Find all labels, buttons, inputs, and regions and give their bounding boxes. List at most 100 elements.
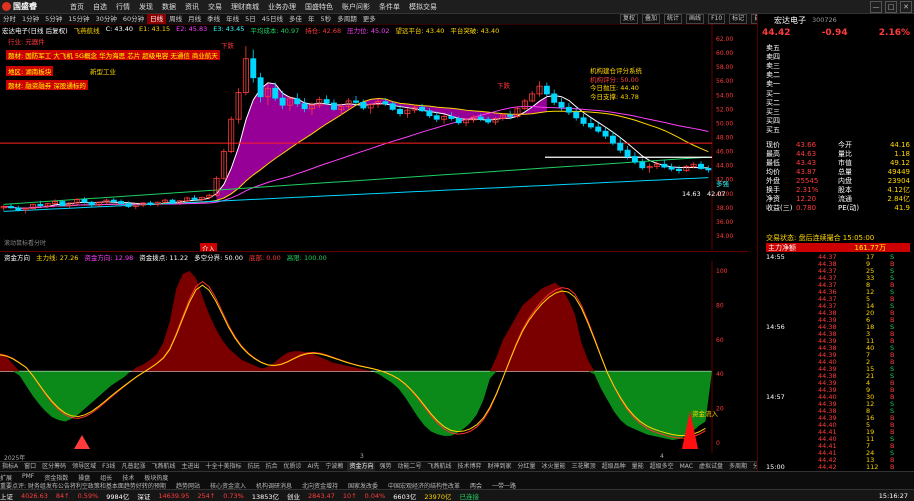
tool-button-3[interactable]: 画线 — [686, 14, 705, 24]
menu-item-9[interactable]: 国盛特色 — [305, 2, 333, 12]
period-11[interactable]: 5日 — [242, 14, 259, 24]
candle-body[interactable] — [110, 199, 117, 202]
candle-body[interactable] — [565, 106, 572, 113]
period-3[interactable]: 15分钟 — [65, 14, 92, 24]
period-10[interactable]: 年线 — [223, 14, 242, 24]
stat-row-0: 现价 43.66 今开 44.16 — [766, 141, 910, 150]
candle-body[interactable] — [15, 207, 22, 211]
candle-body[interactable] — [191, 197, 198, 200]
period-16[interactable]: 多周期 — [334, 14, 360, 24]
candle-body[interactable] — [558, 101, 565, 108]
tool-button-2[interactable]: 统计 — [664, 14, 683, 24]
candle-body[interactable] — [485, 118, 492, 123]
candle-body[interactable] — [257, 77, 264, 98]
candle-body[interactable] — [353, 100, 359, 103]
candle-body[interactable] — [397, 108, 404, 115]
stat-key-2: 内盘 — [838, 177, 852, 185]
period-7[interactable]: 周线 — [166, 14, 185, 24]
candle-body[interactable] — [668, 166, 675, 170]
candle-body[interactable] — [147, 202, 154, 205]
period-6[interactable]: 日线 — [147, 14, 167, 24]
candle-body[interactable] — [698, 163, 704, 169]
maximize-icon[interactable]: □ — [885, 1, 897, 13]
candle-body[interactable] — [448, 116, 455, 119]
menu-item-8[interactable]: 业务办理 — [268, 2, 296, 12]
period-14[interactable]: 年 — [305, 14, 318, 24]
candle-body[interactable] — [81, 199, 88, 203]
candle-body[interactable] — [331, 102, 337, 110]
candle-body[interactable] — [419, 106, 426, 112]
candle-body[interactable] — [455, 118, 462, 124]
period-15[interactable]: 5秒 — [318, 14, 335, 24]
candle-body[interactable] — [624, 149, 631, 157]
candle-body[interactable] — [631, 156, 638, 163]
candle-body[interactable] — [580, 117, 587, 124]
period-17[interactable]: 更多 — [360, 14, 379, 24]
tool-button-0[interactable]: 复权 — [620, 14, 639, 24]
candle-body[interactable] — [279, 97, 286, 106]
candle-body[interactable] — [617, 142, 624, 151]
period-2[interactable]: 5分钟 — [42, 14, 65, 24]
score-box-line2: 今日抛压: 44.40 — [590, 84, 639, 92]
period-4[interactable]: 30分钟 — [93, 14, 120, 24]
candle-body[interactable] — [360, 101, 367, 109]
candle-body[interactable] — [551, 93, 558, 103]
menu-item-4[interactable]: 数据 — [162, 2, 176, 12]
candle-body[interactable] — [118, 201, 125, 205]
candle-body[interactable] — [543, 85, 550, 95]
stat-row-4: 外盘 25545 内盘 23904 — [766, 177, 910, 186]
candle-body[interactable] — [661, 163, 668, 168]
candle-body[interactable] — [301, 103, 308, 110]
candle-body[interactable] — [59, 201, 66, 207]
candle-body[interactable] — [507, 114, 514, 117]
candle-body[interactable] — [433, 115, 440, 120]
menu-item-11[interactable]: 条件单 — [379, 2, 400, 12]
candle-body[interactable] — [573, 111, 580, 119]
institution-score-box: 机构建仓评分系统 机构评分: 50.00 今日抛压: 44.40 今日支撑: 4… — [590, 67, 682, 103]
candle-body[interactable] — [272, 87, 279, 99]
menu-item-7[interactable]: 理财商城 — [231, 2, 259, 12]
candle-body[interactable] — [294, 98, 301, 105]
period-0[interactable]: 分时 — [0, 14, 19, 24]
candle-body[interactable] — [37, 203, 44, 207]
period-1[interactable]: 1分钟 — [19, 14, 42, 24]
menu-item-2[interactable]: 行情 — [116, 2, 130, 12]
menu-item-12[interactable]: 模拟交易 — [409, 2, 437, 12]
candle-body[interactable] — [595, 126, 602, 132]
candle-body[interactable] — [323, 99, 330, 104]
candle-body[interactable] — [382, 101, 389, 105]
candle-body[interactable] — [705, 168, 712, 171]
candle-body[interactable] — [389, 103, 396, 110]
period-5[interactable]: 60分钟 — [120, 14, 147, 24]
y-tick-label: 50.00 — [716, 120, 733, 127]
tool-button-1[interactable]: 叠加 — [642, 14, 661, 24]
candle-body[interactable] — [8, 206, 14, 209]
candle-body[interactable] — [609, 135, 616, 144]
period-8[interactable]: 月线 — [185, 14, 204, 24]
candle-body[interactable] — [250, 58, 257, 79]
close-icon[interactable]: ✕ — [900, 1, 912, 13]
menu-item-5[interactable]: 资讯 — [185, 2, 199, 12]
period-13[interactable]: 多佳 — [286, 14, 305, 24]
menu-item-3[interactable]: 发现 — [139, 2, 153, 12]
menu-item-6[interactable]: 交易 — [208, 2, 222, 12]
minimize-icon[interactable]: — — [870, 1, 882, 13]
menu-item-1[interactable]: 自选 — [93, 2, 107, 12]
candle-body[interactable] — [88, 201, 95, 206]
period-12[interactable]: 45日线 — [259, 14, 286, 24]
candle-body[interactable] — [169, 199, 176, 204]
period-9[interactable]: 季线 — [204, 14, 223, 24]
candle-body[interactable] — [125, 203, 132, 207]
candle-body[interactable] — [477, 116, 484, 120]
candle-body[interactable] — [426, 110, 433, 117]
candle-body[interactable] — [676, 168, 682, 171]
tool-button-5[interactable]: 标记 — [729, 14, 748, 24]
fund-flow-indicator-chart[interactable]: 100806040200 — [0, 261, 748, 453]
candle-body[interactable] — [639, 161, 646, 169]
candle-body[interactable] — [602, 130, 609, 137]
candle-body[interactable] — [587, 123, 594, 128]
menu-item-10[interactable]: 账户问影 — [342, 2, 370, 12]
tool-button-4[interactable]: F10 — [708, 14, 726, 24]
ask-label: 卖五 — [766, 44, 780, 52]
menu-item-0[interactable]: 首页 — [70, 2, 84, 12]
